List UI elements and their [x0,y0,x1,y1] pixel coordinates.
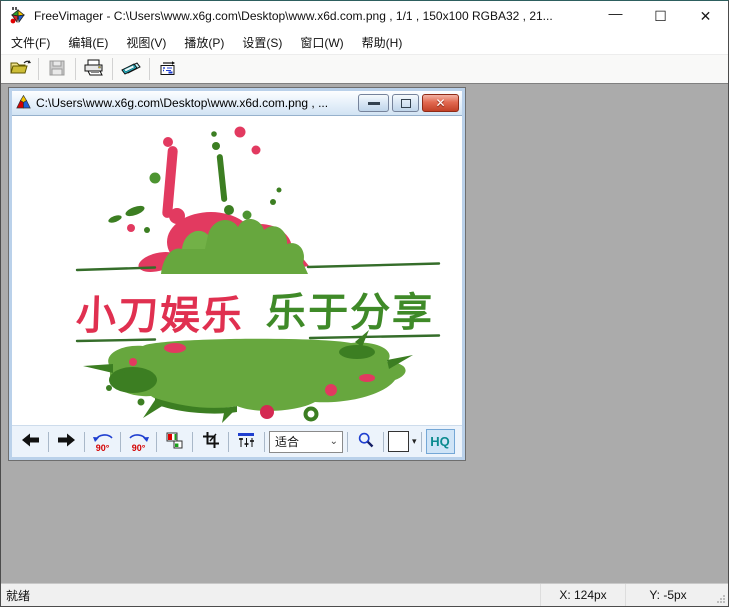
hq-toggle-button[interactable]: HQ [426,429,455,454]
resize-grip[interactable] [710,584,728,606]
toolbar-separator [84,432,85,452]
next-image-button[interactable] [53,430,80,454]
menu-settings[interactable]: 设置(S) [233,31,291,54]
child-title-bar: C:\Users\www.x6g.com\Desktop\www.x6d.com… [12,91,462,115]
toolbar-separator [120,432,121,452]
crop-icon [203,432,219,451]
minimize-button[interactable]: — [593,1,638,31]
cursor-y-readout: Y: -5px [625,584,710,606]
logo-text-left: 小刀娱乐 [75,294,245,338]
left-arrow-icon [22,433,39,450]
document-icon [16,95,31,112]
background-swatch-icon [388,431,409,452]
cursor-x-readout: X: 124px [540,584,625,606]
scanner-icon [121,60,141,79]
rotate-left-button[interactable]: 90° [89,430,116,454]
magnifier-button[interactable] [352,430,379,454]
status-ready-text: 就绪 [1,584,540,606]
rotate-cw-icon [127,431,151,444]
menu-file[interactable]: 文件(F) [2,31,59,54]
scan-button[interactable] [116,57,146,82]
window-title: FreeVimager - C:\Users\www.x6g.com\Deskt… [34,9,593,23]
rotate-ccw-icon [91,431,115,444]
toolbar-separator [264,432,265,452]
dropdown-arrow-icon: ▾ [412,436,417,447]
menu-edit[interactable]: 编辑(E) [59,31,117,54]
crop-button[interactable] [197,430,224,454]
color-adjust-icon [166,432,183,452]
rotate-right-button[interactable]: 90° [125,430,152,454]
child-window-title: C:\Users\www.x6g.com\Desktop\www.x6d.com… [36,96,355,110]
toolbar-separator [149,58,150,80]
toolbar-separator [421,432,422,452]
splatter-logo-image: 小刀娱乐 乐于分享 [12,116,462,425]
print-button[interactable] [79,57,109,82]
app-window: FreeVimager - C:\Users\www.x6g.com\Deskt… [0,0,729,607]
toolbar-separator [48,432,49,452]
toolbar-separator [228,432,229,452]
status-bar: 就绪 X: 124px Y: -5px [1,583,728,606]
previous-image-button[interactable] [17,430,44,454]
toolbar-separator [38,58,39,80]
right-arrow-icon [58,433,75,450]
toolbar-separator [192,432,193,452]
child-minimize-button[interactable] [358,94,389,112]
logo-text-right: 乐于分享 [265,291,435,335]
image-toolbar: 90° 90° [12,425,462,457]
menu-view[interactable]: 视图(V) [117,31,175,54]
restore-glyph [401,99,411,108]
save-button[interactable] [42,57,72,82]
menu-help[interactable]: 帮助(H) [353,31,412,54]
levels-adjust-icon [237,432,256,451]
app-icon [9,7,27,25]
bottom-splash [83,330,413,423]
levels-button[interactable] [233,430,260,454]
child-restore-button[interactable] [392,94,419,112]
toolbar-separator [383,432,384,452]
batch-edit-button[interactable] [153,57,183,82]
menu-window[interactable]: 窗口(W) [291,31,352,54]
maximize-button[interactable]: ☐ [638,1,683,31]
color-adjust-button[interactable] [161,430,188,454]
open-folder-icon [10,59,31,79]
zoom-mode-combobox[interactable]: 适合 ⌄ [269,431,343,453]
mdi-client-area: C:\Users\www.x6g.com\Desktop\www.x6d.com… [1,83,728,583]
toolbar-separator [347,432,348,452]
slogan-text: 小刀娱乐 乐于分享 [75,291,435,338]
close-button[interactable]: ✕ [683,1,728,31]
toolbar-separator [156,432,157,452]
image-canvas[interactable]: 小刀娱乐 乐于分享 [12,115,462,425]
batch-edit-icon [159,60,177,79]
toolbar-separator [75,58,76,80]
printer-icon [84,59,104,79]
image-document-window: C:\Users\www.x6g.com\Desktop\www.x6d.com… [9,88,465,460]
background-color-button[interactable]: ▾ [388,430,417,454]
magnifier-icon [358,432,374,451]
chevron-down-icon: ⌄ [330,436,338,447]
minimize-glyph [368,102,380,105]
menu-play[interactable]: 播放(P) [175,31,233,54]
child-close-button[interactable]: ✕ [422,94,459,112]
main-toolbar [1,54,728,83]
zoom-mode-value: 适合 [275,433,299,450]
open-file-button[interactable] [5,57,35,82]
toolbar-separator [112,58,113,80]
save-floppy-icon [49,60,65,79]
menu-bar: 文件(F) 编辑(E) 视图(V) 播放(P) 设置(S) 窗口(W) 帮助(H… [1,31,728,54]
title-bar: FreeVimager - C:\Users\www.x6g.com\Deskt… [1,1,728,31]
